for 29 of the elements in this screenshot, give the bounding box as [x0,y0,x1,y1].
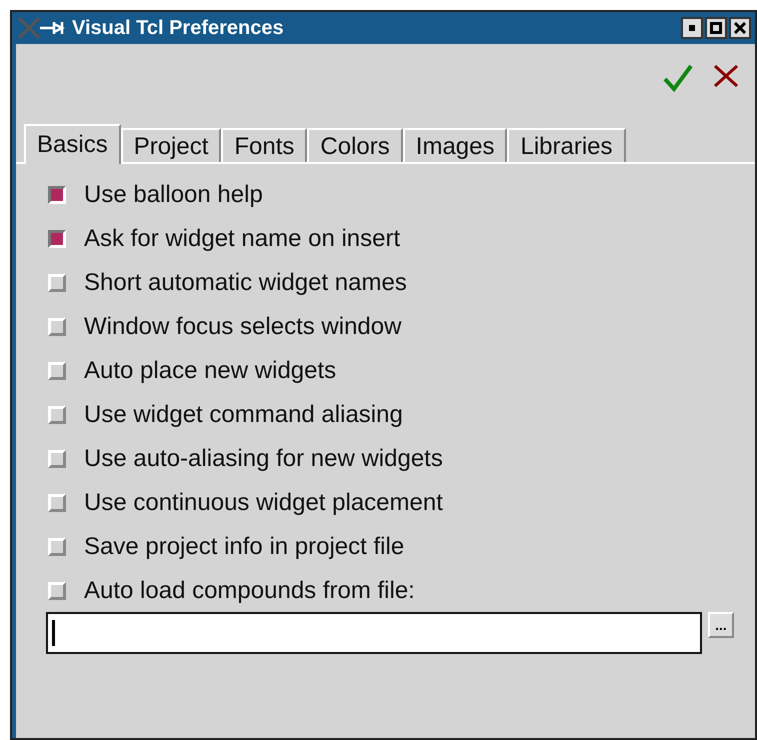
tab[interactable]: Basics [24,124,121,164]
checkmark-icon[interactable] [663,64,693,92]
option-label: Use continuous widget placement [84,488,443,518]
tab[interactable]: Fonts [221,128,308,162]
browse-button[interactable]: ... [708,612,734,638]
close-icon [734,22,746,34]
tab[interactable]: Project [120,128,222,162]
minimize-icon [689,25,695,31]
option-label: Auto place new widgets [84,356,336,386]
file-path-field[interactable] [46,612,702,654]
option-label: Ask for widget name on insert [84,224,400,254]
checkbox[interactable] [48,186,66,204]
tab[interactable]: Libraries [507,128,626,162]
option-label: Use widget command aliasing [84,400,403,430]
option-label: Use auto-aliasing for new widgets [84,444,443,474]
tab[interactable]: Images [402,128,508,162]
minimize-button[interactable] [681,17,703,39]
option-label: Window focus selects window [84,312,402,342]
close-button[interactable] [729,17,751,39]
maximize-button[interactable] [705,17,727,39]
checkbox[interactable] [48,230,66,248]
option-label: Use balloon help [84,180,263,210]
option-label: Short automatic widget names [84,268,407,298]
maximize-icon [710,22,722,34]
window-title: Visual Tcl Preferences [72,16,284,41]
option-label: Auto load compounds from file: [84,576,415,606]
close-icon[interactable] [713,64,739,88]
option-label: Save project info in project file [84,532,404,562]
tab[interactable]: Colors [307,128,403,162]
